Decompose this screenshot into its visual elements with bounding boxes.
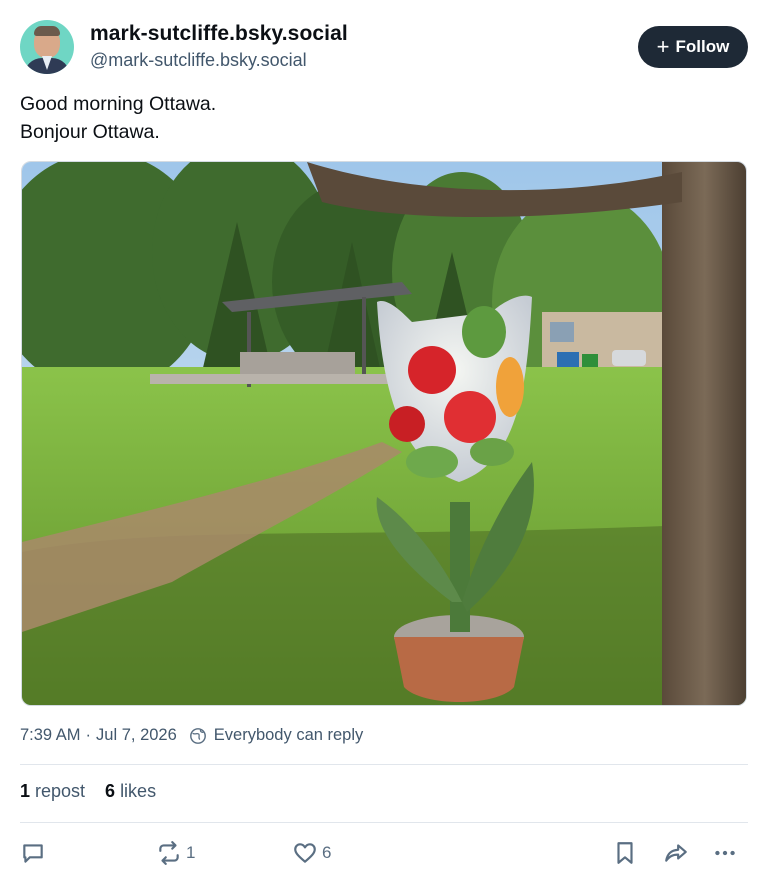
- author-handle[interactable]: @mark-sutcliffe.bsky.social: [90, 50, 307, 71]
- post-text-line: Bonjour Ottawa.: [20, 121, 160, 143]
- post-actions: 1 6: [20, 838, 748, 868]
- repost-action-count: 1: [186, 843, 196, 862]
- plus-icon: +: [656, 34, 670, 59]
- repost-count-label: repost: [35, 781, 86, 801]
- post-header: mark-sutcliffe.bsky.social @mark-sutclif…: [20, 20, 748, 76]
- share-icon: [665, 844, 687, 862]
- share-button[interactable]: [662, 838, 690, 868]
- avatar[interactable]: [20, 20, 74, 74]
- tulip-sculpture-photo: [22, 162, 746, 705]
- post-date: Jul 7, 2026: [96, 726, 177, 744]
- repost-count-value: 1: [20, 781, 31, 801]
- divider: [20, 822, 748, 823]
- post-text: Good morning Ottawa. Bonjour Ottawa.: [20, 90, 216, 146]
- more-icon: [715, 850, 735, 856]
- repost-icon: [159, 841, 179, 865]
- post-text-line: Good morning Ottawa.: [20, 93, 217, 115]
- post-meta: 7:39 AM · Jul 7, 2026 Everybody can repl…: [20, 726, 363, 745]
- follow-button-label: Follow: [675, 37, 730, 56]
- like-button[interactable]: 6: [292, 838, 331, 868]
- more-options-button[interactable]: [712, 838, 738, 868]
- repost-button[interactable]: 1: [156, 838, 195, 868]
- like-count[interactable]: 6 likes: [105, 781, 156, 802]
- engagement-counts: 1 repost 6 likes: [20, 781, 176, 802]
- globe-icon: [189, 727, 206, 744]
- reply-setting[interactable]: Everybody can reply: [214, 726, 364, 745]
- like-action-count: 6: [322, 843, 332, 862]
- like-count-label: likes: [120, 781, 157, 801]
- divider: [20, 764, 748, 765]
- post-time: 7:39 AM: [20, 726, 81, 744]
- comment-icon: [23, 844, 43, 863]
- meta-separator: ·: [85, 726, 92, 744]
- bookmark-button[interactable]: [612, 838, 638, 868]
- follow-button[interactable]: + Follow: [638, 26, 748, 68]
- like-count-value: 6: [105, 781, 116, 801]
- bookmark-icon: [617, 842, 633, 864]
- heart-icon: [294, 843, 316, 863]
- reply-button[interactable]: [20, 838, 46, 868]
- post-image[interactable]: [21, 161, 747, 706]
- repost-count[interactable]: 1 repost: [20, 781, 85, 802]
- author-display-name[interactable]: mark-sutcliffe.bsky.social: [90, 22, 348, 46]
